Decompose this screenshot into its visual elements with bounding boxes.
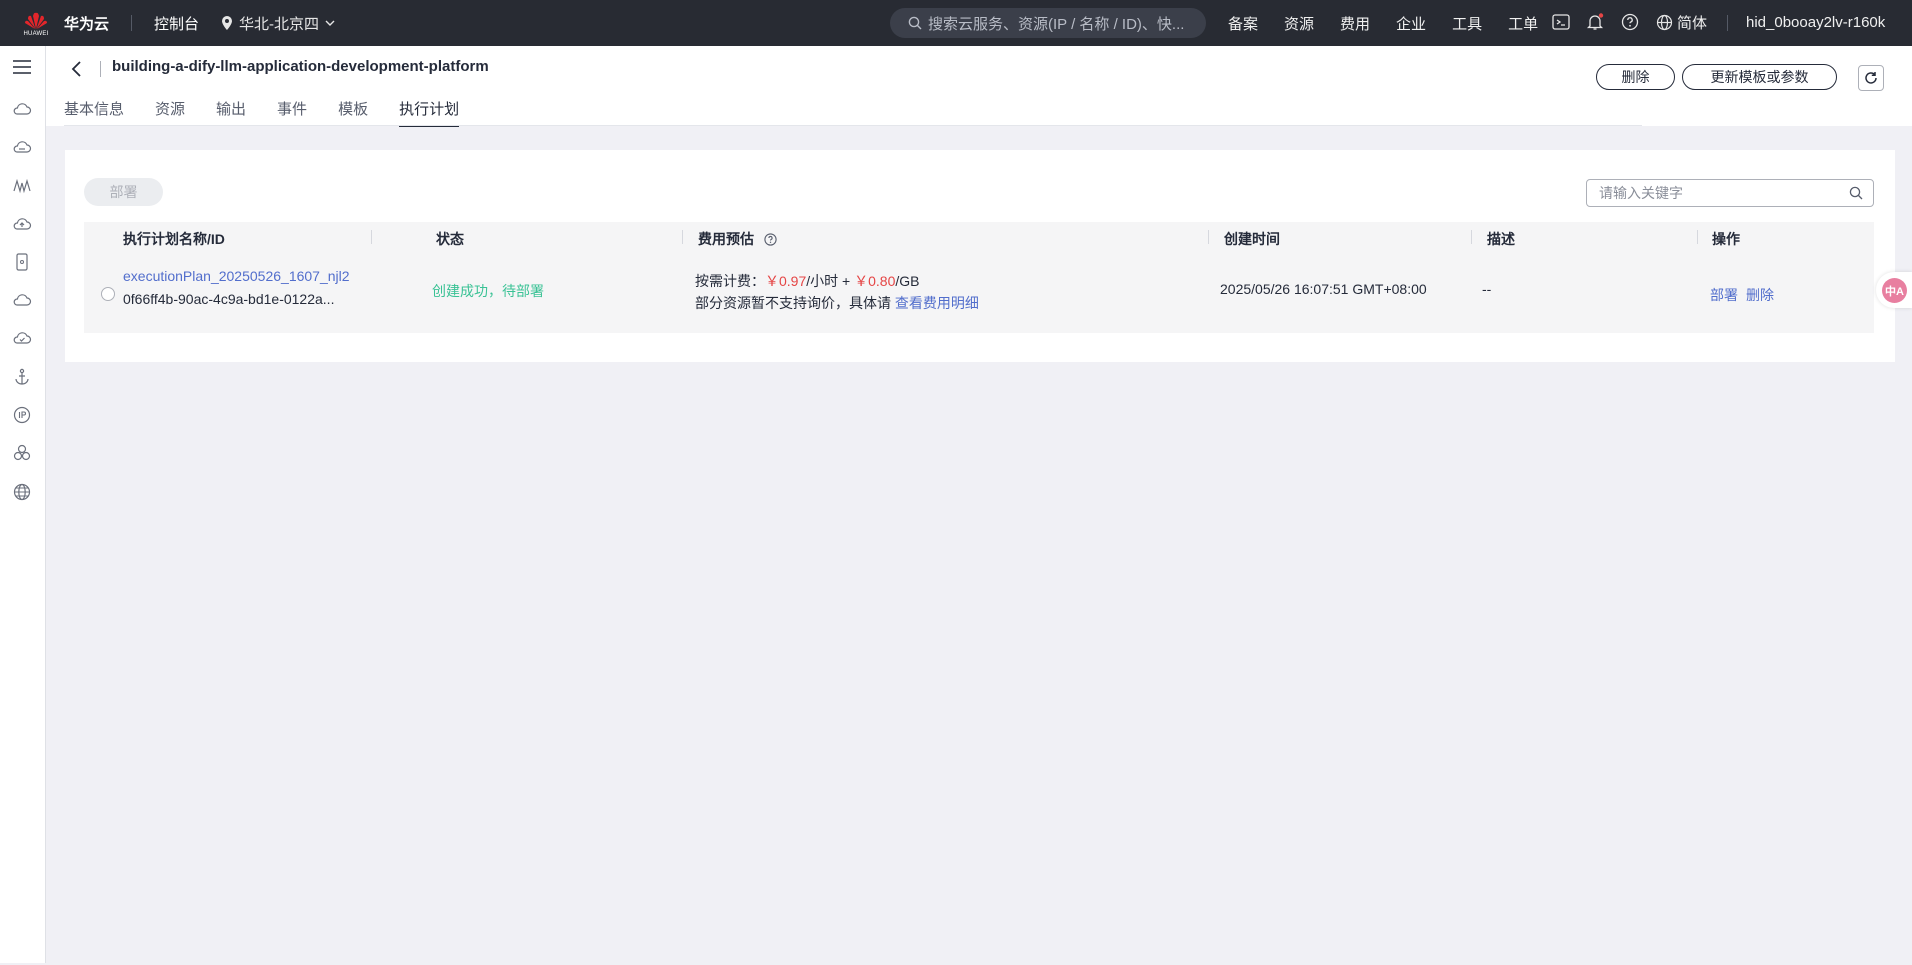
column-created-time: 创建时间 — [1224, 231, 1280, 247]
plan-id: 0f66ff4b-90ac-4c9a-bd1e-0122a... — [123, 291, 335, 307]
console-link[interactable]: 控制台 — [154, 13, 199, 34]
column-divider — [1697, 230, 1698, 244]
tab-resources[interactable]: 资源 — [155, 98, 185, 126]
cost-gb-price: ￥0.80 — [854, 273, 896, 289]
search-icon — [1849, 186, 1863, 200]
chevron-down-icon — [325, 20, 335, 26]
help-icon[interactable] — [764, 233, 777, 246]
location-pin-icon — [222, 16, 233, 30]
keyword-search-input[interactable]: 请输入关键字 — [1586, 179, 1874, 207]
created-time: 2025/05/26 16:07:51 GMT+08:00 — [1220, 281, 1427, 297]
delete-button[interactable]: 删除 — [1596, 64, 1675, 90]
nav-item-tools[interactable]: 工具 — [1452, 13, 1482, 34]
search-icon — [908, 16, 922, 30]
row-radio[interactable] — [101, 287, 115, 301]
status-text: 创建成功，待部署 — [432, 283, 544, 299]
analytics-icon[interactable] — [12, 175, 32, 195]
top-nav: 备案 资源 费用 企业 工具 工单 — [1228, 0, 1564, 46]
cloud-server-icon[interactable] — [12, 137, 32, 157]
divider — [100, 61, 101, 77]
table-row: executionPlan_20250526_1607_njl2 0f66ff4… — [84, 252, 1874, 333]
column-name-id: 执行计划名称/ID — [123, 231, 225, 247]
keyword-placeholder: 请输入关键字 — [1599, 185, 1683, 201]
cost-details-link[interactable]: 查看费用明细 — [895, 295, 979, 311]
bell-icon[interactable] — [1586, 13, 1604, 31]
row-delete-link[interactable]: 删除 — [1746, 287, 1774, 303]
page-header: building-a-dify-llm-application-developm… — [46, 46, 1912, 127]
cloud-up-icon[interactable] — [12, 214, 32, 234]
globe-icon[interactable] — [12, 482, 32, 502]
divider — [1727, 15, 1728, 31]
page-title: building-a-dify-llm-application-developm… — [112, 58, 489, 75]
nav-item-billing[interactable]: 费用 — [1340, 13, 1370, 34]
global-search-input[interactable]: 搜索云服务、资源(IP / 名称 / ID)、快... — [890, 8, 1206, 38]
huawei-logo-icon: HUAWEI — [22, 8, 50, 38]
logo-sub: HUAWEI — [23, 30, 49, 37]
cost-note-line: 部分资源暂不支持询价，具体请 查看费用明细 — [695, 293, 979, 313]
ip-icon[interactable] — [12, 405, 32, 425]
row-deploy-link[interactable]: 部署 — [1710, 287, 1738, 303]
document-icon[interactable] — [12, 252, 32, 272]
cluster-icon[interactable] — [12, 443, 32, 463]
cost-hour-price: ￥0.97 — [765, 273, 807, 289]
region-label: 华北-北京四 — [239, 15, 320, 33]
tab-basic-info[interactable]: 基本信息 — [64, 98, 124, 126]
help-icon[interactable] — [1621, 13, 1639, 31]
logo[interactable]: HUAWEI 华为云 — [22, 8, 109, 38]
execution-plan-card: 部署 请输入关键字 执行计划名称/ID 状态 费用预估 创建时间 描述 操作 e… — [65, 150, 1895, 362]
cost-note: 部分资源暂不支持询价，具体请 — [695, 295, 895, 311]
refresh-icon — [1865, 72, 1877, 84]
anchor-icon[interactable] — [12, 367, 32, 387]
translate-widget[interactable]: 中A — [1876, 272, 1912, 308]
cost-hour-unit: /小时 + — [806, 273, 855, 289]
tab-bar: 基本信息 资源 输出 事件 模板 执行计划 — [64, 98, 490, 127]
deploy-button[interactable]: 部署 — [84, 178, 163, 206]
column-cost-label: 费用预估 — [698, 231, 754, 247]
tab-outputs[interactable]: 输出 — [216, 98, 246, 126]
divider — [131, 15, 133, 31]
column-divider — [371, 230, 372, 244]
translate-icon: 中A — [1882, 278, 1907, 303]
tab-execution-plan[interactable]: 执行计划 — [399, 98, 460, 127]
cost-line: 按需计费：￥0.97/小时 + ￥0.80/GB — [695, 271, 919, 291]
plan-name-link[interactable]: executionPlan_20250526_1607_njl2 — [123, 268, 350, 284]
terminal-icon[interactable] — [1552, 13, 1570, 31]
column-status: 状态 — [436, 231, 464, 247]
back-arrow-icon[interactable] — [70, 58, 84, 80]
cost-prefix: 按需计费： — [695, 273, 765, 289]
column-actions: 操作 — [1712, 231, 1740, 247]
globe-icon — [1656, 14, 1673, 31]
tab-underline-divider — [64, 125, 1642, 126]
nav-item-tickets[interactable]: 工单 — [1508, 13, 1538, 34]
update-template-button[interactable]: 更新模板或参数 — [1682, 64, 1837, 90]
nav-item-enterprise[interactable]: 企业 — [1396, 13, 1426, 34]
actions-cell: 部署 删除 — [1710, 285, 1782, 305]
refresh-button[interactable] — [1858, 65, 1884, 91]
top-bar: HUAWEI 华为云 控制台 华北-北京四 搜索云服务、资源(IP / 名称 /… — [0, 0, 1912, 46]
cloud-ok-icon[interactable] — [12, 328, 32, 348]
region-selector[interactable]: 华北-北京四 — [221, 13, 335, 34]
tab-events[interactable]: 事件 — [277, 98, 307, 126]
cloud-storage-icon[interactable] — [12, 290, 32, 310]
language-switch[interactable]: 简体 — [1656, 12, 1707, 33]
brand-name: 华为云 — [64, 15, 110, 33]
column-divider — [1471, 230, 1472, 244]
description: -- — [1482, 281, 1492, 297]
column-divider — [682, 230, 683, 244]
menu-icon[interactable] — [12, 59, 32, 75]
nav-item-filing[interactable]: 备案 — [1228, 13, 1258, 34]
cost-gb-unit: /GB — [895, 273, 920, 289]
column-cost-estimate: 费用预估 — [698, 229, 777, 249]
tab-template[interactable]: 模板 — [338, 98, 368, 126]
nav-item-resources[interactable]: 资源 — [1284, 13, 1314, 34]
cloud-icon[interactable] — [12, 99, 32, 119]
search-placeholder: 搜索云服务、资源(IP / 名称 / ID)、快... — [928, 15, 1185, 33]
table-header: 执行计划名称/ID 状态 费用预估 创建时间 描述 操作 — [84, 222, 1874, 252]
user-account[interactable]: hid_0booay2lv-r160k — [1746, 14, 1885, 31]
language-label: 简体 — [1677, 15, 1708, 32]
column-divider — [1208, 230, 1209, 244]
left-sidebar — [0, 46, 46, 963]
column-description: 描述 — [1487, 231, 1515, 247]
